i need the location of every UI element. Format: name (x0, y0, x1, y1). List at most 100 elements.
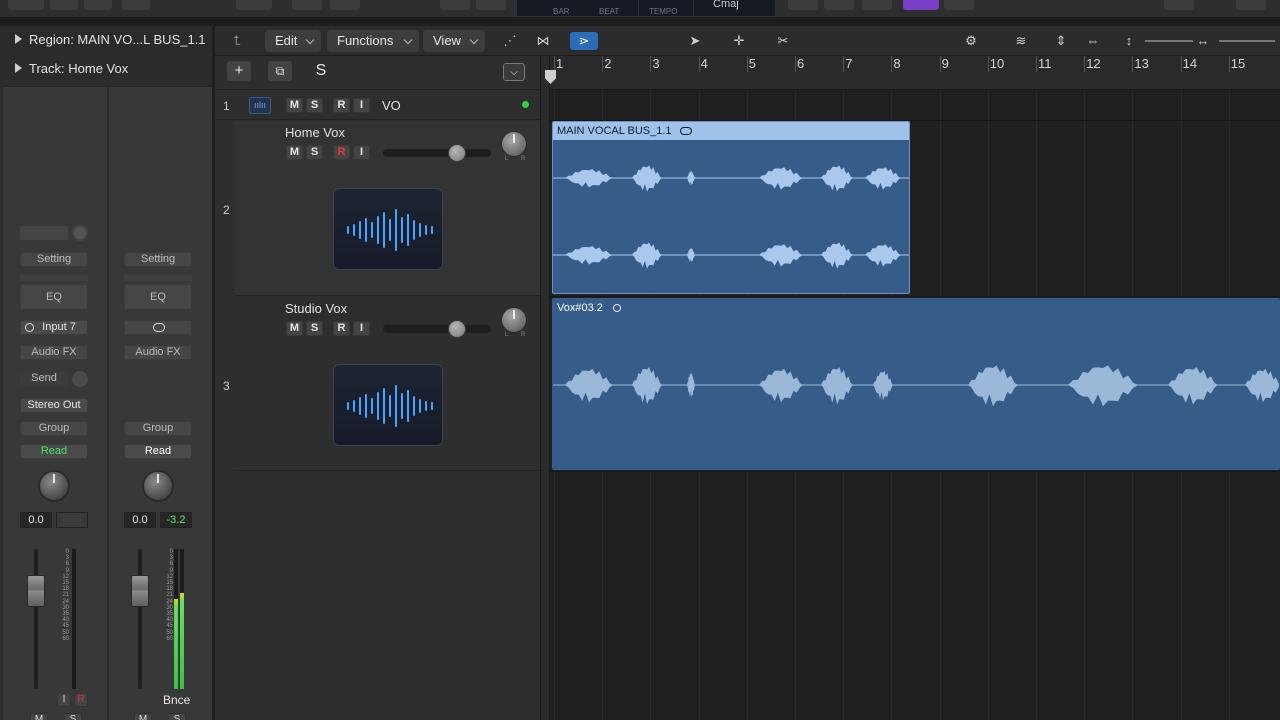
balance-knob[interactable] (142, 470, 174, 502)
rewind-button[interactable] (292, 0, 322, 10)
add-track-button[interactable]: + (227, 61, 251, 81)
volume-fader-handle[interactable] (27, 575, 45, 607)
forward-button[interactable] (330, 0, 360, 10)
track-row-home-vox[interactable]: 2 Home Vox M S R I L R (215, 121, 540, 296)
headers-splitter[interactable] (540, 56, 550, 720)
collapse-icon[interactable]: ⌵ (503, 63, 525, 81)
pan-knob[interactable] (38, 470, 70, 502)
input-monitor-button[interactable]: I (353, 98, 370, 113)
bounce-button[interactable]: Bnce (163, 693, 190, 707)
output-slot[interactable]: Stereo Out (20, 398, 88, 413)
track-inspector-header[interactable]: Track: Home Vox (0, 55, 212, 83)
track-name[interactable]: Home Vox (285, 125, 345, 140)
library-button[interactable] (8, 0, 44, 10)
mute-button[interactable]: M (134, 713, 152, 720)
help-button[interactable] (50, 0, 78, 10)
solo-button[interactable]: S (306, 145, 323, 160)
audio-region-main-vocal-bus[interactable]: MAIN VOCAL BUS_1.1 (552, 121, 910, 294)
functions-menu[interactable]: Functions (327, 30, 419, 52)
vertical-fit-icon[interactable]: ⇕ (1047, 32, 1075, 50)
marquee-tool-icon[interactable]: ✛ (725, 32, 753, 50)
group-slot[interactable]: Group (124, 421, 192, 436)
automation-mode[interactable]: Read (124, 444, 192, 459)
duplicate-track-icon[interactable]: ⧉ (268, 61, 292, 81)
lcd-display[interactable]: BAR BEAT TEMPO Cmaj (516, 0, 776, 17)
setting-button[interactable]: Setting (20, 252, 88, 267)
browser-button[interactable] (1236, 0, 1266, 10)
pan-knob[interactable] (501, 131, 527, 157)
group-slot[interactable]: Group (20, 421, 88, 436)
volume-slider-handle[interactable] (447, 144, 466, 162)
cycle-button[interactable] (476, 0, 506, 10)
track-name[interactable]: Studio Vox (285, 301, 347, 316)
toolbar-button[interactable] (84, 0, 112, 10)
setting-button[interactable]: Setting (124, 252, 192, 267)
audio-fx-slot[interactable]: Audio FX (20, 345, 88, 360)
mute-button[interactable]: M (30, 713, 48, 720)
input-slot[interactable]: Input 7 (20, 320, 88, 335)
record-enable-button[interactable]: R (74, 693, 88, 707)
send-slot[interactable]: Send (20, 372, 68, 387)
stereo-link-slot[interactable] (124, 320, 192, 335)
track-name[interactable]: VO (382, 98, 401, 113)
scissors-tool-icon[interactable]: ✂ (769, 32, 797, 50)
pointer-tool-icon[interactable]: ➤ (681, 32, 709, 50)
solo-button[interactable]: S (64, 713, 82, 720)
audio-region-vox-03-2[interactable]: Vox#03.2 (552, 298, 1280, 470)
count-in-button[interactable] (862, 0, 892, 10)
track-row-studio-vox[interactable]: 3 Studio Vox M S R I L R (215, 297, 540, 471)
mute-button[interactable]: M (286, 321, 303, 336)
region-inspector-header[interactable]: Region: MAIN VO...L BUS_1.1 (0, 26, 212, 54)
volume-value[interactable]: 0.0 (124, 512, 156, 528)
view-menu[interactable]: View (423, 30, 485, 52)
record-enable-button[interactable]: R (333, 145, 350, 160)
volume-slider-track[interactable] (383, 149, 491, 157)
audio-fx-slot[interactable]: Audio FX (124, 345, 192, 360)
loops-button[interactable] (1164, 0, 1194, 10)
solo-button[interactable]: S (306, 98, 323, 113)
view-menu-label: View (433, 33, 461, 48)
mute-button[interactable]: M (286, 98, 303, 113)
solo-button[interactable]: S (168, 713, 186, 720)
vertical-zoom-slider[interactable] (1145, 40, 1193, 42)
input-gain-knob[interactable] (72, 225, 88, 241)
volume-value[interactable]: 0.0 (20, 512, 52, 528)
horizontal-zoom-slider[interactable] (1219, 40, 1275, 42)
edit-menu[interactable]: Edit (265, 30, 321, 52)
input-monitor-button[interactable]: I (57, 693, 71, 707)
input-monitor-button[interactable]: I (353, 321, 370, 336)
metronome-button[interactable] (903, 0, 939, 10)
tuner-button[interactable] (788, 0, 818, 10)
gear-icon[interactable]: ⚙ (957, 32, 985, 50)
bar-ruler[interactable]: 1 2 3 4 5 6 7 8 9 10 11 12 13 14 15 (550, 56, 1280, 90)
vertical-zoom-icon[interactable]: ↕ (1115, 32, 1143, 50)
solo-button[interactable]: S (306, 321, 323, 336)
pan-knob[interactable] (501, 307, 527, 333)
horizontal-zoom-icon[interactable]: ↔ (1189, 32, 1217, 50)
mute-button[interactable]: M (286, 145, 303, 160)
flex-icon[interactable]: ⋈ (529, 32, 557, 50)
smart-controls-button[interactable] (122, 0, 150, 10)
automation-icon[interactable]: ⋰ (496, 32, 524, 50)
volume-fader-handle[interactable] (131, 575, 149, 607)
waveform-zoom-icon[interactable]: ≋ (1007, 32, 1035, 50)
volume-slider-handle[interactable] (447, 320, 466, 338)
record-enable-button[interactable]: R (333, 321, 350, 336)
eq-button[interactable]: EQ (20, 284, 88, 310)
horizontal-fit-icon[interactable]: ⇔ (1079, 32, 1107, 50)
notepad-button[interactable] (944, 0, 974, 10)
catch-playhead-icon[interactable]: ⮤ (223, 32, 251, 50)
record-button[interactable] (440, 0, 470, 10)
send-level-knob[interactable] (72, 371, 88, 387)
input-monitor-button[interactable]: I (353, 145, 370, 160)
eq-button[interactable]: EQ (124, 284, 192, 310)
record-enable-button[interactable]: R (333, 98, 350, 113)
track-row-folder[interactable]: 1 ıılıı M S R I VO (215, 91, 540, 120)
solo-button[interactable] (824, 0, 854, 10)
editors-button[interactable] (236, 0, 272, 10)
global-solo-button[interactable]: S (309, 61, 333, 81)
automation-mode[interactable]: Read (20, 444, 88, 459)
volume-slider-track[interactable] (383, 325, 491, 333)
tracks-area[interactable]: MAIN VOCAL BUS_1.1 Vox#03.2 (550, 90, 1280, 720)
snap-icon[interactable]: ⋗ (570, 32, 598, 50)
